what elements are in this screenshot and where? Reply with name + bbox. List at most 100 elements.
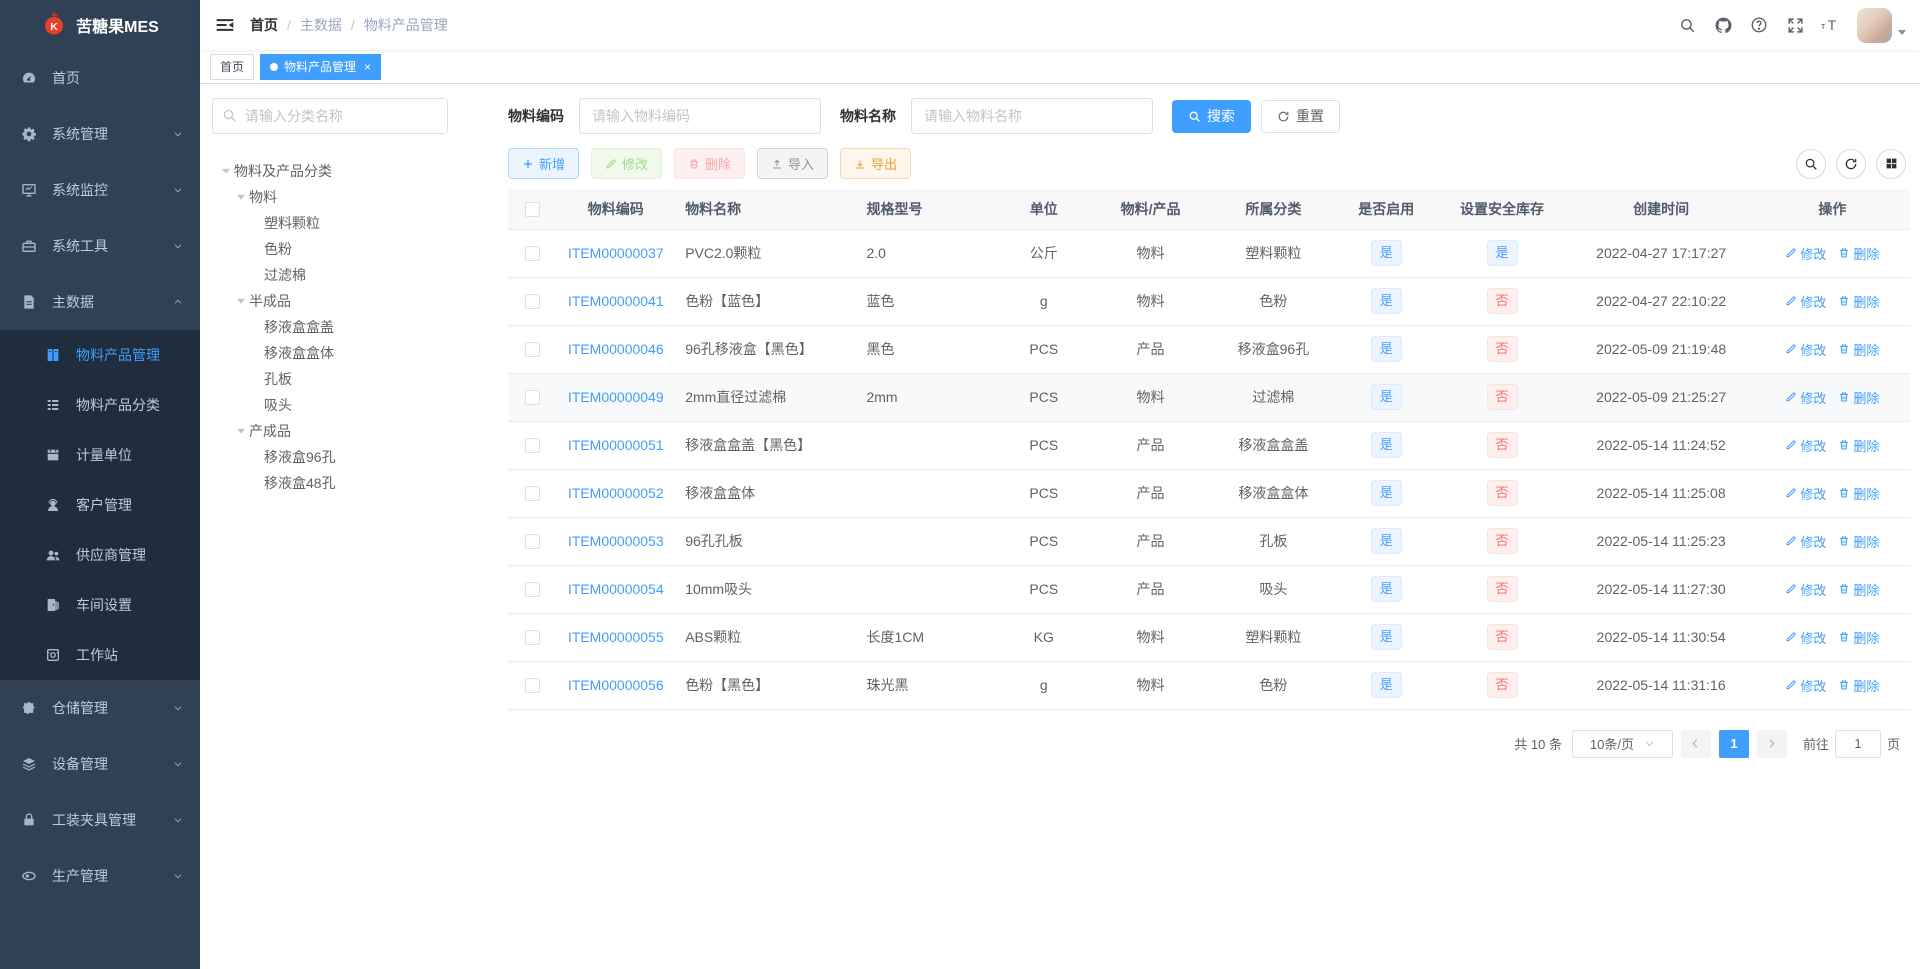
sidebar-item-production-mgmt[interactable]: 生产管理 [0, 848, 200, 904]
row-checkbox[interactable] [524, 390, 540, 406]
row-edit-link[interactable]: 修改 [1785, 484, 1826, 503]
sidebar-item-supplier-mgmt[interactable]: 供应商管理 [0, 530, 200, 580]
sidebar-item-fixture-mgmt[interactable]: 工装夹具管理 [0, 792, 200, 848]
material-code-link[interactable]: ITEM00000051 [568, 437, 664, 453]
name-input[interactable] [911, 98, 1153, 134]
row-checkbox[interactable] [524, 486, 540, 502]
caret-down-icon[interactable] [1898, 29, 1906, 35]
tree-node[interactable]: 物料 [212, 184, 492, 210]
tree-node[interactable]: 移液盒96孔 [212, 444, 492, 470]
fullscreen-icon[interactable] [1777, 0, 1813, 50]
tree-node[interactable]: 孔板 [212, 366, 492, 392]
material-code-link[interactable]: ITEM00000041 [568, 293, 664, 309]
sidebar-item-warehouse-mgmt[interactable]: 仓储管理 [0, 680, 200, 736]
row-checkbox[interactable] [524, 246, 540, 262]
next-page-button[interactable] [1756, 729, 1787, 758]
tree-node[interactable]: 吸头 [212, 392, 492, 418]
row-delete-link[interactable]: 删除 [1838, 676, 1879, 695]
row-delete-link[interactable]: 删除 [1838, 484, 1879, 503]
material-code-link[interactable]: ITEM00000052 [568, 485, 664, 501]
tree-node[interactable]: 移液盒48孔 [212, 470, 492, 496]
edit-button[interactable]: 修改 [591, 148, 663, 179]
row-edit-link[interactable]: 修改 [1785, 580, 1826, 599]
page-number-1[interactable]: 1 [1718, 729, 1749, 758]
export-button[interactable]: 导出 [840, 148, 912, 179]
search-icon[interactable] [1669, 0, 1705, 50]
row-checkbox[interactable] [524, 342, 540, 358]
delete-button[interactable]: 删除 [674, 148, 746, 179]
columns-icon[interactable] [1876, 148, 1906, 179]
breadcrumb-item[interactable]: 首页 [250, 15, 278, 35]
prev-page-button[interactable] [1680, 729, 1711, 758]
sidebar-item-workshop-setting[interactable]: 车间设置 [0, 580, 200, 630]
select-all-checkbox[interactable] [524, 202, 540, 218]
tree-node[interactable]: 过滤棉 [212, 262, 492, 288]
page-size-select[interactable]: 10条/页 [1571, 729, 1673, 758]
sidebar-item-material-product-mgmt[interactable]: 物料产品管理 [0, 330, 200, 380]
sidebar-item-measure-unit[interactable]: 计量单位 [0, 430, 200, 480]
refresh-icon[interactable] [1836, 148, 1866, 179]
github-icon[interactable] [1705, 0, 1741, 50]
breadcrumb-item[interactable]: 主数据 [300, 15, 342, 35]
row-edit-link[interactable]: 修改 [1785, 532, 1826, 551]
material-code-link[interactable]: ITEM00000054 [568, 581, 664, 597]
row-delete-link[interactable]: 删除 [1838, 340, 1879, 359]
sidebar-item-system-monitor[interactable]: 系统监控 [0, 162, 200, 218]
row-delete-link[interactable]: 删除 [1838, 388, 1879, 407]
row-checkbox[interactable] [524, 294, 540, 310]
row-edit-link[interactable]: 修改 [1785, 244, 1826, 263]
tree-node[interactable]: 半成品 [212, 288, 492, 314]
user-avatar[interactable] [1857, 7, 1892, 43]
sidebar-item-master-data[interactable]: 主数据 [0, 274, 200, 330]
sidebar-item-system-tools[interactable]: 系统工具 [0, 218, 200, 274]
row-edit-link[interactable]: 修改 [1785, 388, 1826, 407]
row-delete-link[interactable]: 删除 [1838, 436, 1879, 455]
font-size-icon[interactable]: тT [1813, 0, 1849, 50]
row-delete-link[interactable]: 删除 [1838, 628, 1879, 647]
material-code-link[interactable]: ITEM00000037 [568, 245, 664, 261]
add-button[interactable]: 新增 [508, 148, 580, 179]
sidebar-item-system-admin[interactable]: 系统管理 [0, 106, 200, 162]
row-checkbox[interactable] [524, 438, 540, 454]
row-checkbox[interactable] [524, 534, 540, 550]
sidebar-item-customer-mgmt[interactable]: 客户管理 [0, 480, 200, 530]
row-checkbox[interactable] [524, 630, 540, 646]
row-edit-link[interactable]: 修改 [1785, 436, 1826, 455]
row-edit-link[interactable]: 修改 [1785, 676, 1826, 695]
tab-home[interactable]: 首页 [210, 53, 255, 80]
code-input[interactable] [579, 98, 821, 134]
sidebar-item-equipment-mgmt[interactable]: 设备管理 [0, 736, 200, 792]
goto-page-input[interactable] [1834, 729, 1881, 758]
row-checkbox[interactable] [524, 678, 540, 694]
row-checkbox[interactable] [524, 582, 540, 598]
close-icon[interactable]: × [364, 61, 371, 73]
toggle-search-icon[interactable] [1796, 148, 1826, 179]
tree-node[interactable]: 色粉 [212, 236, 492, 262]
material-code-link[interactable]: ITEM00000056 [568, 677, 664, 693]
material-code-link[interactable]: ITEM00000053 [568, 533, 664, 549]
row-delete-link[interactable]: 删除 [1838, 244, 1879, 263]
help-icon[interactable] [1741, 0, 1777, 50]
sidebar-item-workstation[interactable]: 工作站 [0, 630, 200, 680]
category-filter-input[interactable] [212, 98, 448, 134]
row-edit-link[interactable]: 修改 [1785, 340, 1826, 359]
tree-node[interactable]: 塑料颗粒 [212, 210, 492, 236]
tree-node[interactable]: 产成品 [212, 418, 492, 444]
search-button[interactable]: 搜索 [1172, 99, 1251, 133]
row-delete-link[interactable]: 删除 [1838, 532, 1879, 551]
import-button[interactable]: 导入 [757, 148, 829, 179]
tree-node[interactable]: 移液盒盒盖 [212, 314, 492, 340]
material-code-link[interactable]: ITEM00000055 [568, 629, 664, 645]
row-edit-link[interactable]: 修改 [1785, 292, 1826, 311]
tab-material-product[interactable]: 物料产品管理 × [260, 53, 382, 80]
row-delete-link[interactable]: 删除 [1838, 292, 1879, 311]
reset-button[interactable]: 重置 [1261, 99, 1340, 133]
row-delete-link[interactable]: 删除 [1838, 580, 1879, 599]
hamburger-icon[interactable] [200, 0, 250, 50]
row-edit-link[interactable]: 修改 [1785, 628, 1826, 647]
sidebar-item-material-product-category[interactable]: 物料产品分类 [0, 380, 200, 430]
sidebar-item-home[interactable]: 首页 [0, 50, 200, 106]
tree-node[interactable]: 移液盒盒体 [212, 340, 492, 366]
material-code-link[interactable]: ITEM00000049 [568, 389, 664, 405]
material-code-link[interactable]: ITEM00000046 [568, 341, 664, 357]
